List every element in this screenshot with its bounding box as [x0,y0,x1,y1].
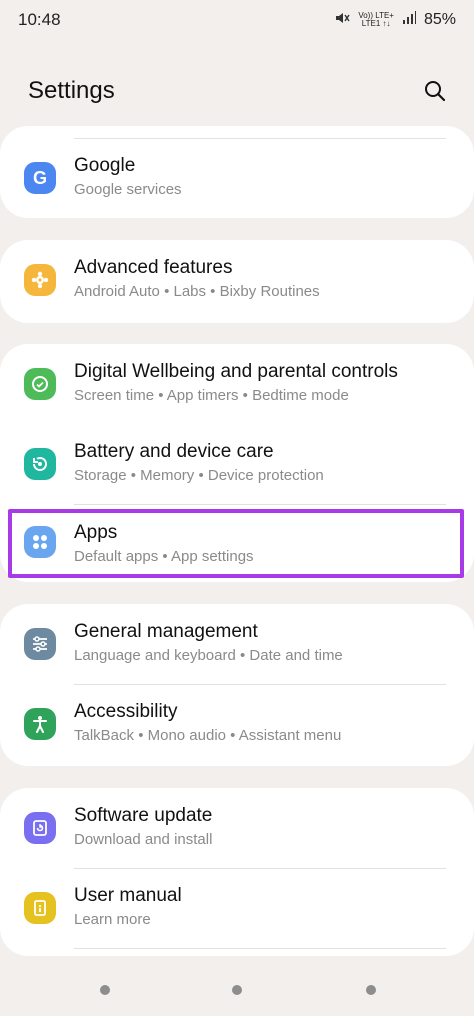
device-care-icon [24,448,56,480]
item-subtitle: Download and install [74,831,213,848]
general-card: General management Language and keyboard… [0,604,474,766]
settings-item-advanced-features[interactable]: Advanced features Android Auto • Labs • … [0,240,474,320]
item-subtitle: Android Auto • Labs • Bixby Routines [74,283,320,300]
mute-icon [334,10,350,31]
settings-item-google[interactable]: G Google Google services [0,138,474,218]
item-title: General management [74,621,258,642]
signal-icon [402,10,416,30]
item-title: Battery and device care [74,441,274,462]
google-card: G Google Google services [0,126,474,218]
item-subtitle: Learn more [74,911,151,928]
wellbeing-icon [24,368,56,400]
google-icon: G [24,162,56,194]
item-subtitle: TalkBack • Mono audio • Assistant menu [74,727,342,744]
home-button[interactable] [232,985,242,995]
item-subtitle: Storage • Memory • Device protection [74,467,324,484]
status-time: 10:48 [18,10,61,29]
item-title: Google [74,155,136,176]
puzzle-star-icon [24,264,56,296]
user-manual-icon [24,892,56,924]
highlight-box [8,509,464,578]
back-button[interactable] [366,985,376,995]
settings-item-software-update[interactable]: Software update Download and install [0,788,474,868]
software-card: Software update Download and install Use… [0,788,474,956]
battery-percent: 85% [423,11,456,28]
header: Settings [28,74,448,108]
divider [74,504,446,505]
status-bar: 10:48 Vo)) LTE+ LTE1 ↑↓ 85% [0,0,474,40]
item-title: Accessibility [74,701,178,722]
status-icons: Vo)) LTE+ LTE1 ↑↓ 85% [334,10,456,31]
item-subtitle: Language and keyboard • Date and time [74,647,343,664]
item-subtitle: Google services [74,181,182,198]
item-title: User manual [74,885,182,906]
settings-item-user-manual[interactable]: User manual Learn more [0,868,474,948]
item-title: Digital Wellbeing and parental controls [74,361,398,382]
divider [74,948,446,949]
settings-item-battery-device-care[interactable]: Battery and device care Storage • Memory… [0,424,474,504]
software-update-icon [24,812,56,844]
item-title: Software update [74,805,213,826]
settings-item-digital-wellbeing[interactable]: Digital Wellbeing and parental controls … [0,344,474,424]
network-bottom: LTE1 ↑↓ [361,19,391,28]
settings-item-accessibility[interactable]: Accessibility TalkBack • Mono audio • As… [0,684,474,764]
search-icon[interactable] [422,78,448,104]
recents-button[interactable] [100,985,110,995]
page-title: Settings [28,77,115,104]
navigation-bar [0,980,474,1000]
network-indicator: Vo)) LTE+ LTE1 ↑↓ [358,12,394,28]
sliders-icon [24,628,56,660]
item-subtitle: Screen time • App timers • Bedtime mode [74,387,349,404]
item-title: Advanced features [74,257,233,278]
accessibility-icon [24,708,56,740]
settings-item-general-management[interactable]: General management Language and keyboard… [0,604,474,684]
advanced-card: Advanced features Android Auto • Labs • … [0,240,474,323]
